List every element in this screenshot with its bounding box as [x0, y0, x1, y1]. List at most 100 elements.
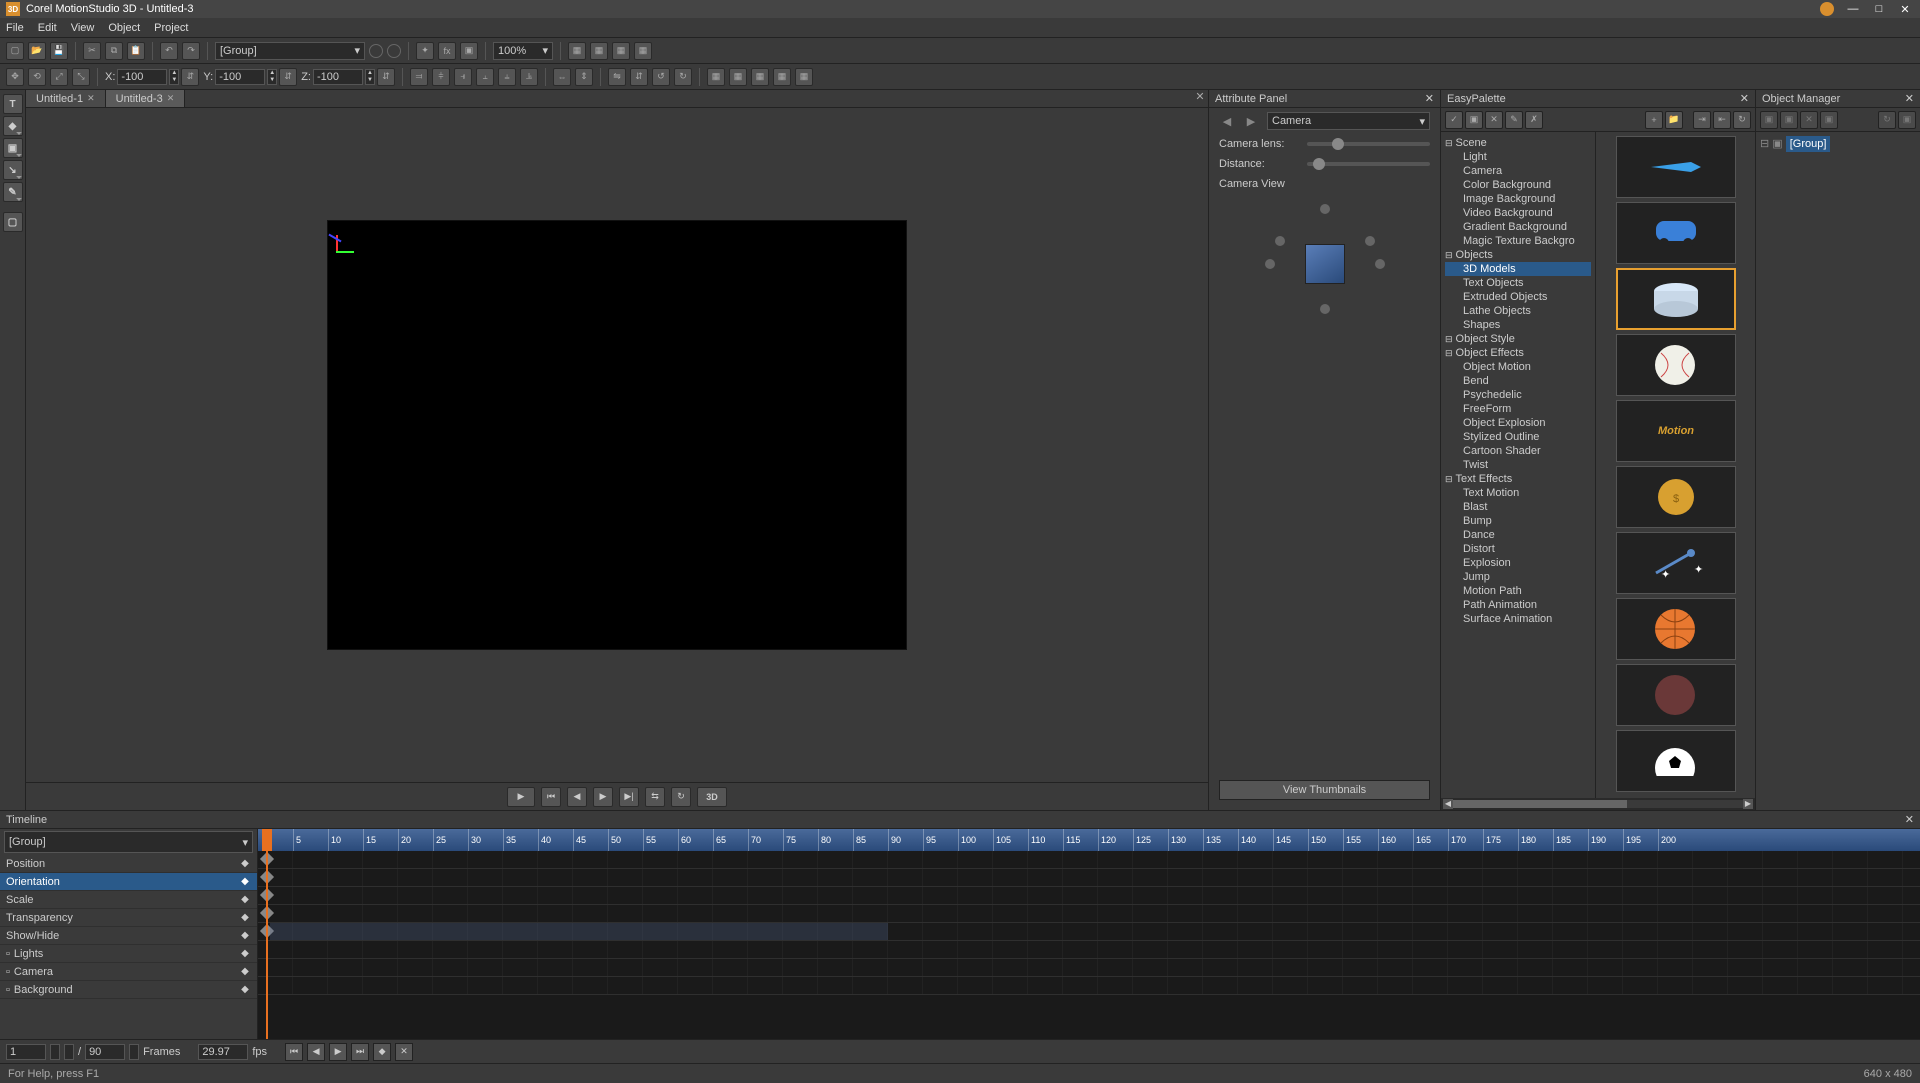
mode-radio-1[interactable] — [369, 44, 383, 58]
tree-item[interactable]: Object Style — [1445, 332, 1591, 346]
attr-type-dropdown[interactable]: Camera▾ — [1267, 112, 1430, 130]
z-spinner[interactable]: ▲▼ — [365, 69, 375, 85]
tab-close-icon[interactable]: ✕ — [167, 93, 175, 104]
view-thumbnails-button[interactable]: View Thumbnails — [1219, 780, 1430, 800]
tf-go-end-icon[interactable]: ⏭ — [351, 1043, 369, 1061]
tree-item[interactable]: Jump — [1445, 570, 1591, 584]
fps-input[interactable] — [198, 1044, 248, 1060]
tree-item[interactable]: Video Background — [1445, 206, 1591, 220]
cut-icon[interactable]: ✂ — [83, 42, 101, 60]
tf-next-key-icon[interactable]: ▶ — [329, 1043, 347, 1061]
align-c-icon[interactable]: ⫩ — [432, 68, 450, 86]
hscroll-right-icon[interactable]: ▶ — [1743, 799, 1753, 809]
y-lock-icon[interactable]: ⇵ — [279, 68, 297, 86]
group-dropdown[interactable]: [Group]▾ — [215, 42, 365, 60]
ep-delete-icon[interactable]: ✕ — [1485, 111, 1503, 129]
align-t-icon[interactable]: ⫠ — [476, 68, 494, 86]
track-lane[interactable] — [258, 941, 1920, 959]
tree-item[interactable]: Surface Animation — [1445, 612, 1591, 626]
thumb-soccer[interactable] — [1616, 730, 1736, 792]
track-lane[interactable] — [258, 959, 1920, 977]
timeline-object-dropdown[interactable]: [Group]▾ — [4, 831, 253, 853]
track-lane[interactable] — [258, 905, 1920, 923]
layout-3-icon[interactable]: ▦ — [612, 42, 630, 60]
misc-tool-icon[interactable]: ✎ — [3, 182, 23, 202]
tree-item[interactable]: Twist — [1445, 458, 1591, 472]
current-frame-input[interactable] — [6, 1044, 46, 1060]
ep-add-icon[interactable]: + — [1645, 111, 1663, 129]
z-input[interactable] — [313, 69, 363, 85]
minimize-button[interactable]: — — [1844, 3, 1862, 16]
total-spinner[interactable] — [129, 1044, 139, 1060]
move-tool-icon[interactable]: ✥ — [6, 68, 24, 86]
repeat-button[interactable]: ↻ — [671, 787, 691, 807]
ep-import-icon[interactable]: ⇥ — [1693, 111, 1711, 129]
panel-close-icon[interactable]: ✕ — [1905, 813, 1914, 826]
menu-file[interactable]: File — [6, 22, 24, 34]
tree-item[interactable]: Lathe Objects — [1445, 304, 1591, 318]
tree-item[interactable]: Cartoon Shader — [1445, 444, 1591, 458]
camera-lens-slider[interactable] — [1307, 142, 1430, 146]
tree-item[interactable]: Extruded Objects — [1445, 290, 1591, 304]
extra-3-icon[interactable]: ▦ — [751, 68, 769, 86]
x-lock-icon[interactable]: ⇵ — [181, 68, 199, 86]
layout-1-icon[interactable]: ▦ — [568, 42, 586, 60]
track-lane[interactable] — [258, 923, 1920, 941]
shape-tool-icon[interactable]: ◆ — [3, 116, 23, 136]
y-input[interactable] — [215, 69, 265, 85]
layout-4-icon[interactable]: ▦ — [634, 42, 652, 60]
maximize-button[interactable]: □ — [1870, 3, 1888, 16]
hscroll-track[interactable] — [1453, 800, 1743, 808]
scale-tool-icon[interactable]: ⤡ — [72, 68, 90, 86]
play-big-button[interactable]: ▶ — [507, 787, 535, 807]
track-row[interactable]: ▫Lights◆ — [0, 945, 257, 963]
ep-folder-icon[interactable]: 📁 — [1665, 111, 1683, 129]
tree-item[interactable]: Objects — [1445, 248, 1591, 262]
om-ico-1[interactable]: ▣ — [1760, 111, 1778, 129]
om-ico-2[interactable]: ▣ — [1780, 111, 1798, 129]
tf-go-start-icon[interactable]: ⏮ — [285, 1043, 303, 1061]
tree-item[interactable]: Bend — [1445, 374, 1591, 388]
tree-item[interactable]: Text Effects — [1445, 472, 1591, 486]
tree-item[interactable]: Color Background — [1445, 178, 1591, 192]
frame-spinner-2[interactable] — [64, 1044, 74, 1060]
track-row[interactable]: Show/Hide◆ — [0, 927, 257, 945]
thumb-trophy[interactable]: Motion — [1616, 400, 1736, 462]
menu-view[interactable]: View — [71, 22, 95, 34]
track-row[interactable]: Scale◆ — [0, 891, 257, 909]
text-tool-icon[interactable]: T — [3, 94, 23, 114]
panel-close-icon[interactable]: ✕ — [1905, 92, 1914, 105]
extra-1-icon[interactable]: ▦ — [707, 68, 725, 86]
extra-tool-icon[interactable]: ▢ — [3, 212, 23, 232]
play-button[interactable]: ▶ — [593, 787, 613, 807]
tree-item[interactable]: Dance — [1445, 528, 1591, 542]
distance-slider[interactable] — [1307, 162, 1430, 166]
keyframe-toggle-icon[interactable]: ◆ — [239, 984, 251, 996]
flip-v-icon[interactable]: ⇵ — [630, 68, 648, 86]
ep-apply-icon[interactable]: ▣ — [1465, 111, 1483, 129]
keyframe-toggle-icon[interactable]: ◆ — [239, 894, 251, 906]
object-tree-root[interactable]: [Group] — [1786, 136, 1831, 152]
thumb-airplane[interactable] — [1616, 136, 1736, 198]
canvas[interactable] — [327, 220, 907, 650]
tree-item[interactable]: Psychedelic — [1445, 388, 1591, 402]
flip-h-icon[interactable]: ⇋ — [608, 68, 626, 86]
3d-button[interactable]: 3D — [697, 787, 727, 807]
new-icon[interactable]: ▢ — [6, 42, 24, 60]
wand-icon[interactable]: ✦ — [416, 42, 434, 60]
tree-item[interactable]: Object Effects — [1445, 346, 1591, 360]
tree-item[interactable]: Camera — [1445, 164, 1591, 178]
thumb-cake[interactable] — [1616, 268, 1736, 330]
ep-export-icon[interactable]: ⇤ — [1713, 111, 1731, 129]
attr-next-icon[interactable]: ▶ — [1243, 113, 1259, 129]
keyframe-toggle-icon[interactable]: ◆ — [239, 948, 251, 960]
attr-prev-icon[interactable]: ◀ — [1219, 113, 1235, 129]
om-refresh-icon[interactable]: ↻ — [1878, 111, 1896, 129]
playhead[interactable] — [266, 829, 268, 1039]
redo-icon[interactable]: ↷ — [182, 42, 200, 60]
keyframe-toggle-icon[interactable]: ◆ — [239, 876, 251, 888]
extra-2-icon[interactable]: ▦ — [729, 68, 747, 86]
ep-edit-icon[interactable]: ✎ — [1505, 111, 1523, 129]
open-icon[interactable]: 📂 — [28, 42, 46, 60]
track-row[interactable]: Orientation◆ — [0, 873, 257, 891]
